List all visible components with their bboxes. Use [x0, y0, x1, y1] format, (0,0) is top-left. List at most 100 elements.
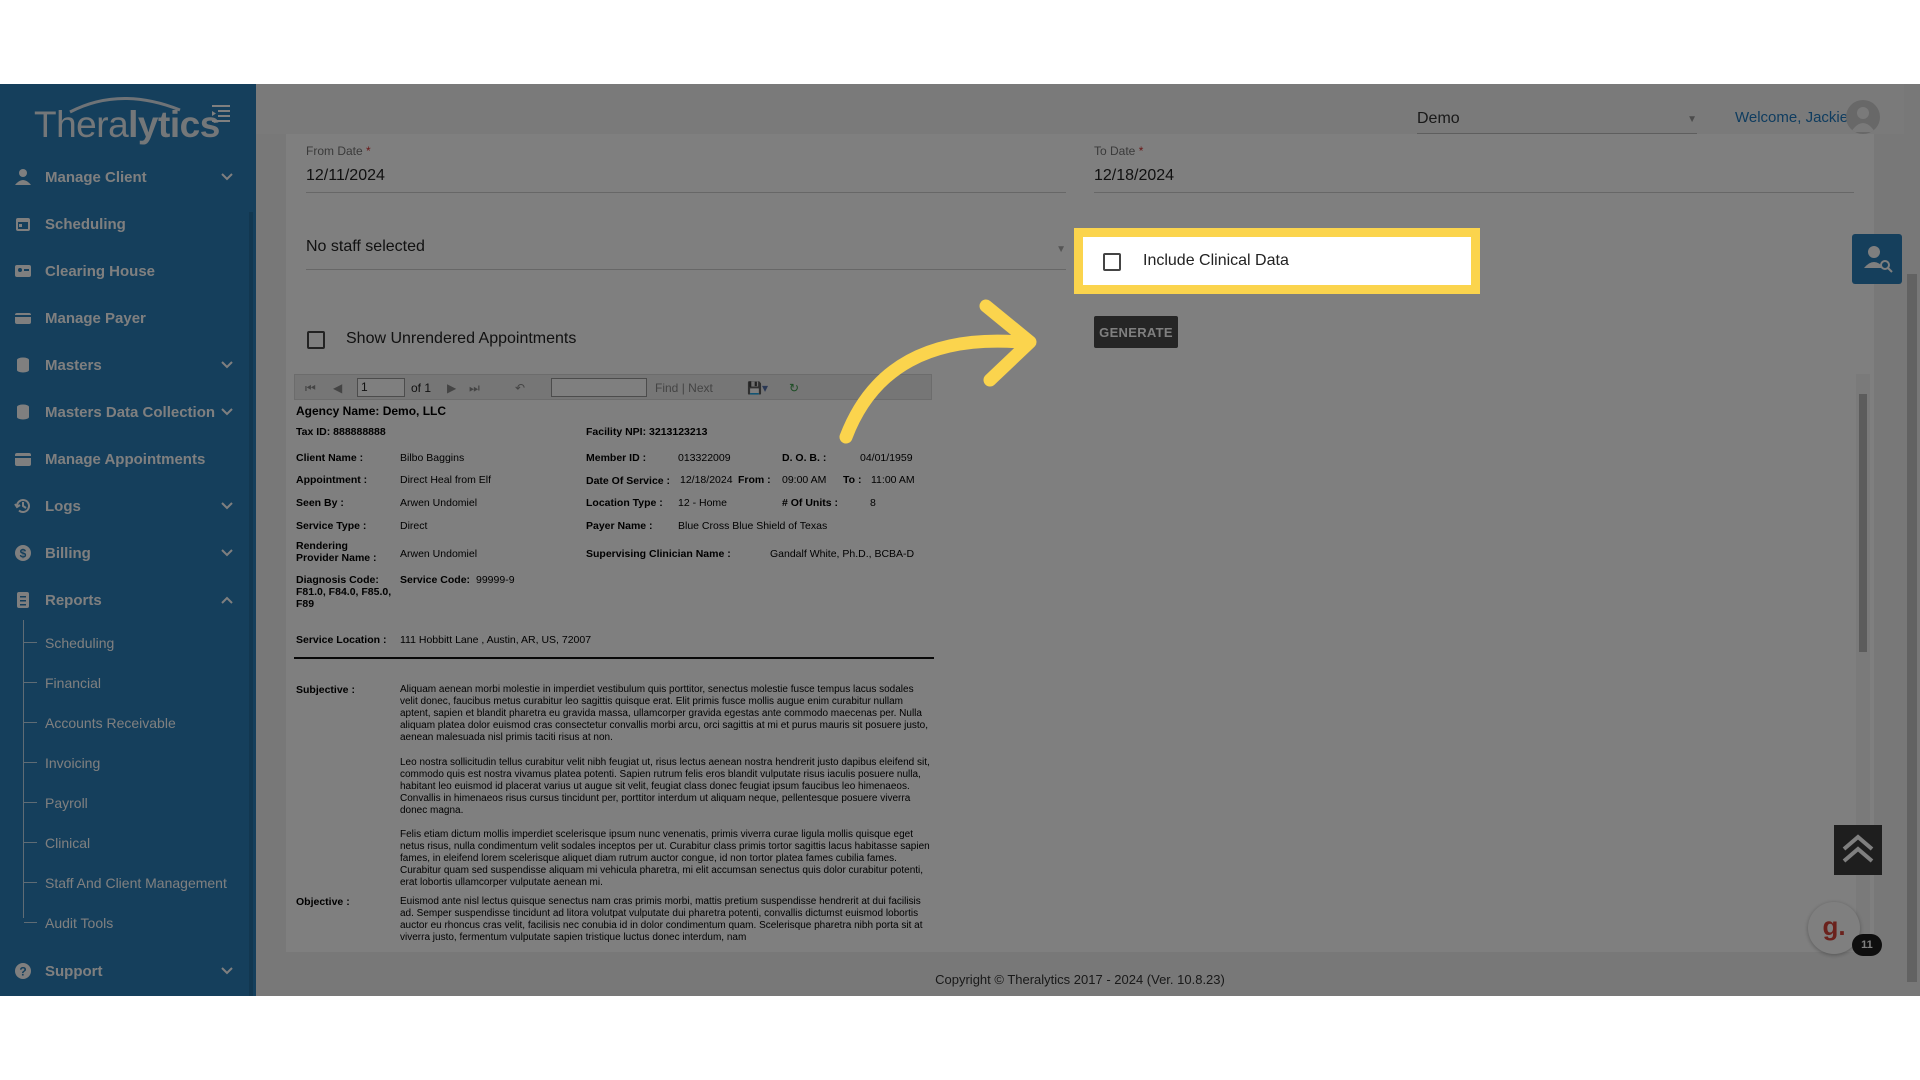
page-number-input[interactable]: 1: [357, 378, 405, 397]
facility-npi: Facility NPI: 3213123213: [586, 426, 708, 438]
organization-select[interactable]: Demo ▼: [1417, 110, 1697, 134]
svg-text:$: $: [20, 547, 27, 561]
chat-logo: g.: [1822, 911, 1846, 941]
from-date-input[interactable]: 12/11/2024: [306, 167, 385, 185]
welcome-user-link[interactable]: Welcome, Jackie: [1735, 109, 1848, 126]
last-page-icon[interactable]: ⏭: [469, 381, 480, 396]
next-page-icon[interactable]: ▶: [447, 381, 456, 395]
sidebar-item-label: Billing: [45, 544, 91, 562]
reports-subitem-payroll[interactable]: Payroll: [0, 783, 252, 823]
sidebar-item-label: Masters Data Collection: [45, 403, 216, 421]
sidebar-item-masters-data-collection[interactable]: Masters Data Collection: [0, 389, 252, 435]
report-page: Agency Name: Demo, LLC Tax ID: 888888888…: [294, 400, 934, 944]
id-card-icon: [15, 265, 31, 277]
dob: 04/01/1959: [860, 452, 913, 464]
tax-id: Tax ID: 888888888: [296, 426, 386, 438]
sidebar-item-clearing-house[interactable]: Clearing House: [0, 248, 252, 294]
chevron-down-icon: [221, 967, 233, 975]
appointment: Direct Heal from Elf: [400, 474, 492, 486]
subjective-paragraph: Felis etiam dictum mollis imperdiet scel…: [400, 829, 930, 888]
avatar[interactable]: [1846, 100, 1880, 134]
report-toolbar: ⏮ ◀ 1 of 1 ▶ ⏭ ↶ Find | Next 💾▾ ↻: [294, 374, 932, 400]
back-icon[interactable]: ↶: [515, 381, 525, 395]
submenu-guide-line: [23, 620, 24, 918]
client-name: Bilbo Baggins: [400, 452, 465, 464]
show-unrendered-checkbox[interactable]: [307, 331, 325, 349]
reports-subitem-invoicing[interactable]: Invoicing: [0, 743, 252, 783]
chevron-up-icon: [221, 596, 233, 604]
refresh-icon[interactable]: ↻: [789, 381, 799, 395]
subjective-paragraph: Leo nostra sollicitudin tellus curabitur…: [400, 757, 930, 816]
report-viewer: ⏮ ◀ 1 of 1 ▶ ⏭ ↶ Find | Next 💾▾ ↻ Agency…: [294, 374, 934, 944]
to-date-input[interactable]: 12/18/2024: [1094, 167, 1174, 185]
svg-text:?: ?: [19, 965, 26, 979]
export-icon[interactable]: 💾▾: [747, 381, 768, 395]
sidebar-item-scheduling[interactable]: Scheduling: [0, 201, 252, 247]
sidebar-item-logs[interactable]: Logs: [0, 483, 252, 529]
member-id: 013322009: [678, 452, 731, 464]
user-search-button[interactable]: [1852, 234, 1902, 284]
include-clinical-data-checkbox[interactable]: [1103, 253, 1121, 271]
scroll-to-top-button[interactable]: [1834, 825, 1882, 875]
diagnosis-codes: F81.0, F84.0, F85.0,: [296, 586, 392, 598]
main-content: Demo ▼ Welcome, Jackie From Date * 12/11…: [256, 84, 1904, 996]
include-clinical-data-row[interactable]: Include Clinical Data: [1083, 237, 1471, 285]
chevron-down-icon: [221, 549, 233, 557]
reports-subitem-audit-tools[interactable]: Audit Tools: [0, 903, 252, 943]
chevron-down-icon: [221, 502, 233, 510]
sidebar-item-billing[interactable]: $ Billing: [0, 530, 252, 576]
reports-subitem-clinical[interactable]: Clinical: [0, 823, 252, 863]
chevron-down-icon: [221, 173, 233, 181]
sidebar-item-label: Logs: [45, 497, 81, 515]
include-clinical-data-highlight: Include Clinical Data: [1074, 228, 1480, 294]
service-code: 99999-9: [476, 574, 515, 586]
sidebar-item-manage-appointments[interactable]: Manage Appointments: [0, 436, 252, 482]
rendering-provider: Arwen Undomiel: [400, 548, 478, 560]
next-link[interactable]: Next: [688, 381, 713, 395]
find-link[interactable]: Find: [655, 381, 678, 395]
to-time: 11:00 AM: [871, 474, 915, 486]
subjective-label: Subjective :: [296, 684, 355, 696]
sidebar-item-label: Support: [45, 962, 103, 980]
sidebar-item-manage-client[interactable]: Manage Client: [0, 154, 252, 200]
report-scrollbar-thumb[interactable]: [1859, 394, 1867, 652]
page-scrollbar-thumb[interactable]: [1907, 274, 1917, 982]
seen-by: Arwen Undomiel: [400, 497, 478, 509]
reports-subitem-financial[interactable]: Financial: [0, 663, 252, 703]
calendar-alt-icon: [15, 453, 31, 466]
sidebar-item-label: Manage Client: [45, 168, 147, 186]
location-type: 12 - Home: [678, 497, 728, 509]
generate-button[interactable]: GENERATE: [1094, 316, 1178, 348]
sidebar-item-support[interactable]: ? Support: [0, 948, 252, 994]
staff-select[interactable]: No staff selected ▼: [306, 238, 1066, 270]
previous-page-icon[interactable]: ◀: [333, 381, 342, 395]
page-scrollbar[interactable]: [1904, 84, 1920, 996]
chevron-down-icon: [221, 408, 233, 416]
agency-name: Agency Name: Demo, LLC: [296, 404, 447, 418]
find-input[interactable]: [551, 378, 647, 397]
reports-subitem-staff-and-client-management[interactable]: Staff And Client Management: [0, 863, 252, 903]
sidebar-item-reports[interactable]: Reports: [0, 577, 252, 623]
dollar-icon: $: [15, 545, 31, 561]
reports-subitem-scheduling[interactable]: Scheduling: [0, 623, 252, 663]
sidebar-item-masters[interactable]: Masters: [0, 342, 252, 388]
database-icon: [17, 404, 29, 420]
from-date-label: From Date *: [306, 144, 371, 158]
to-date-underline: [1094, 192, 1854, 193]
service-type: Direct: [400, 520, 428, 532]
first-page-icon[interactable]: ⏮: [305, 381, 316, 396]
sidebar-item-manage-payer[interactable]: Manage Payer: [0, 295, 252, 341]
question-icon: ?: [15, 963, 31, 979]
date-of-service: 12/18/2024: [680, 474, 733, 486]
sidebar-scrollbar[interactable]: [249, 212, 253, 996]
sidebar-item-label: Manage Appointments: [45, 450, 206, 468]
to-date-label: To Date *: [1094, 144, 1144, 158]
theralytics-logo[interactable]: Theralytics: [30, 90, 220, 150]
chevron-down-icon: [221, 361, 233, 369]
menu-collapse-icon[interactable]: [210, 102, 232, 124]
sidebar-item-label: Clearing House: [45, 262, 156, 280]
subjective-paragraph: Aliquam aenean morbi molestie in imperdi…: [400, 684, 929, 743]
history-icon: [14, 499, 30, 514]
reports-subitem-accounts-receivable[interactable]: Accounts Receivable: [0, 703, 252, 743]
app-window: Theralytics Manage Client Scheduling Cle…: [0, 84, 1920, 996]
